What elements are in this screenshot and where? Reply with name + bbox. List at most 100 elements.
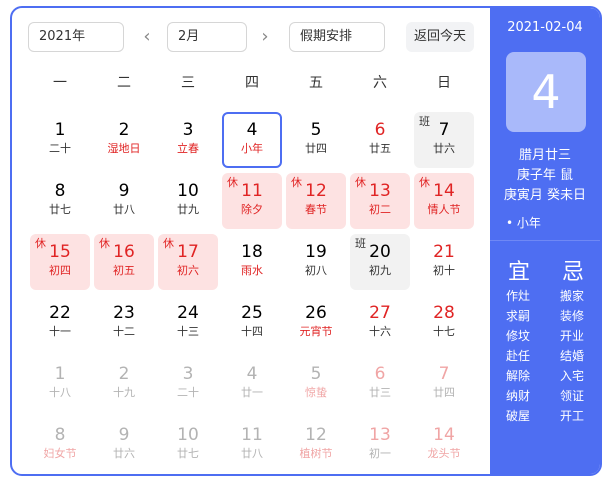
day-cell[interactable]: 12 植树节	[286, 417, 346, 473]
day-cell[interactable]: 9 廿六	[94, 417, 154, 473]
day-cell[interactable]: 5 惊蛰	[286, 356, 346, 412]
day-number: 9	[118, 425, 130, 445]
day-cell[interactable]: 9 廿八	[94, 173, 154, 229]
day-cell[interactable]: 25 十四	[222, 295, 282, 351]
day-cell[interactable]: 休 17 初六	[158, 234, 218, 290]
day-lunar-label: 廿八	[241, 447, 263, 460]
holiday-select-value: 假期安排	[300, 29, 353, 44]
day-lunar-label: 湿地日	[107, 142, 141, 155]
ji-item: 入宅	[560, 369, 585, 383]
day-lunar-label: 初二	[369, 203, 391, 216]
day-cell[interactable]: 休 11 除夕	[222, 173, 282, 229]
day-cell[interactable]: 班 7 廿六	[414, 112, 474, 168]
day-cell[interactable]: 3 立春	[158, 112, 218, 168]
day-cell[interactable]: 休 13 初二	[350, 173, 410, 229]
day-number: 20	[369, 242, 391, 262]
day-number: 4	[246, 364, 258, 384]
day-lunar-label: 十一	[49, 325, 71, 338]
day-cell[interactable]: 1 十八	[30, 356, 90, 412]
day-cell[interactable]: 14 龙头节	[414, 417, 474, 473]
day-cell[interactable]: 4 廿一	[222, 356, 282, 412]
month-select[interactable]: 2月	[167, 22, 247, 52]
back-to-today-button[interactable]: 返回今天	[406, 22, 474, 52]
year-select[interactable]: 2021年	[28, 22, 124, 52]
day-number: 10	[177, 181, 199, 201]
day-cell[interactable]: 11 廿八	[222, 417, 282, 473]
day-cell[interactable]: 19 初八	[286, 234, 346, 290]
day-cell[interactable]: 8 妇女节	[30, 417, 90, 473]
day-number: 1	[54, 364, 66, 384]
day-lunar-label: 二十	[49, 142, 71, 155]
ji-item: 装修	[560, 309, 585, 323]
month-select-value: 2月	[178, 29, 200, 44]
day-lunar-label: 初一	[369, 447, 391, 460]
next-month-button[interactable]: ›	[255, 22, 275, 52]
day-cell[interactable]: 休 16 初五	[94, 234, 154, 290]
day-cell[interactable]: 23 十二	[94, 295, 154, 351]
holiday-select[interactable]: 假期安排	[289, 22, 385, 52]
detail-ganzhi-month-day: 庚寅月 癸未日	[503, 188, 587, 203]
calendar-main: 2021年 ‹ 2月 › 假期安排 返回今天 一 二 三 四 五 六 日 1 二十…	[12, 8, 490, 474]
day-cell[interactable]: 3 二十	[158, 356, 218, 412]
day-cell[interactable]: 21 初十	[414, 234, 474, 290]
day-number: 25	[241, 303, 263, 323]
yi-title: 宜	[508, 260, 531, 285]
ji-item: 开业	[560, 329, 585, 343]
day-cell[interactable]: 6 廿五	[350, 112, 410, 168]
day-cell[interactable]: 18 雨水	[222, 234, 282, 290]
day-cell[interactable]: 4 小年	[222, 112, 282, 168]
day-cell[interactable]: 26 元宵节	[286, 295, 346, 351]
day-cell[interactable]: 6 廿三	[350, 356, 410, 412]
day-cell[interactable]: 22 十一	[30, 295, 90, 351]
day-cell[interactable]: 5 廿四	[286, 112, 346, 168]
day-cell[interactable]: 休 15 初四	[30, 234, 90, 290]
prev-month-button[interactable]: ‹	[137, 22, 157, 52]
day-lunar-label: 雨水	[241, 264, 263, 277]
yi-item: 破屋	[506, 409, 531, 423]
day-number: 1	[54, 120, 66, 140]
day-cell[interactable]: 班 20 初九	[350, 234, 410, 290]
chevron-right-icon: ›	[261, 26, 269, 47]
day-number: 8	[54, 425, 66, 445]
day-cell[interactable]: 10 廿九	[158, 173, 218, 229]
day-lunar-label: 小年	[241, 142, 263, 155]
day-cell[interactable]: 28 十七	[414, 295, 474, 351]
day-cell[interactable]: 1 二十	[30, 112, 90, 168]
chevron-left-icon: ‹	[143, 26, 151, 47]
detail-divider	[490, 240, 600, 241]
day-cell[interactable]: 2 十九	[94, 356, 154, 412]
day-number: 5	[310, 364, 322, 384]
day-number: 15	[49, 242, 71, 262]
day-cell[interactable]: 8 廿七	[30, 173, 90, 229]
day-cell[interactable]: 13 初一	[350, 417, 410, 473]
day-cell[interactable]: 27 十六	[350, 295, 410, 351]
day-number: 5	[310, 120, 322, 140]
day-cell[interactable]: 7 廿四	[414, 356, 474, 412]
yi-item: 解除	[506, 369, 531, 383]
day-lunar-label: 廿一	[241, 386, 263, 399]
day-number: 12	[305, 181, 327, 201]
day-lunar-label: 初四	[49, 264, 71, 277]
day-lunar-label: 春节	[305, 203, 327, 216]
day-number: 8	[54, 181, 66, 201]
day-cell[interactable]: 休 14 情人节	[414, 173, 474, 229]
day-number: 9	[118, 181, 130, 201]
day-number: 2	[118, 364, 130, 384]
day-number: 6	[374, 364, 386, 384]
weekday-label: 二	[117, 75, 131, 91]
day-cell[interactable]: 休 12 春节	[286, 173, 346, 229]
calendar-widget: 2021年 ‹ 2月 › 假期安排 返回今天 一 二 三 四 五 六 日 1 二十…	[10, 6, 602, 476]
day-number: 22	[49, 303, 71, 323]
day-cell[interactable]: 2 湿地日	[94, 112, 154, 168]
day-number: 24	[177, 303, 199, 323]
day-lunar-label: 元宵节	[299, 325, 333, 338]
day-number: 7	[438, 120, 450, 140]
day-lunar-label: 龙头节	[427, 447, 461, 460]
day-number: 7	[438, 364, 450, 384]
day-cell[interactable]: 24 十三	[158, 295, 218, 351]
day-cell[interactable]: 10 廿七	[158, 417, 218, 473]
weekday-label: 六	[373, 75, 387, 91]
day-number: 2	[118, 120, 130, 140]
day-lunar-label: 廿八	[113, 203, 135, 216]
day-lunar-label: 妇女节	[43, 447, 77, 460]
